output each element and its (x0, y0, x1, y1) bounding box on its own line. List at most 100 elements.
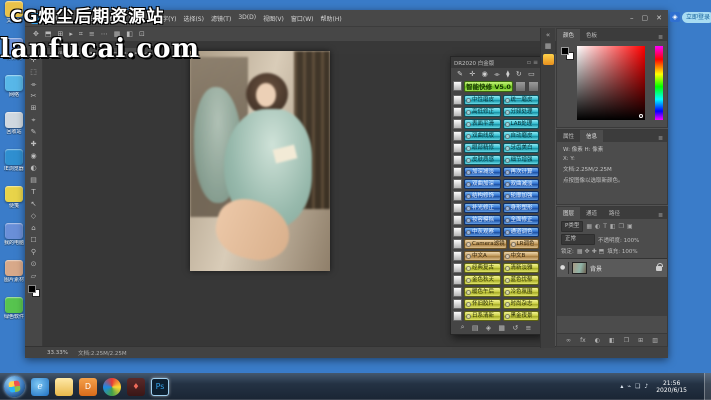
action-button[interactable]: 清新淡雅 (503, 263, 540, 273)
action-chip-icon[interactable] (453, 95, 462, 105)
option-icon[interactable]: ▦ (114, 30, 121, 39)
foreground-color-swatch[interactable] (28, 285, 36, 293)
panel-tool-icon[interactable]: ▭ (528, 70, 535, 78)
action-panel-titlebar[interactable]: DR2020 白金版 ▫ ≡ (451, 57, 541, 68)
color-fg-bg-swatch[interactable] (561, 47, 574, 60)
tab-channels[interactable]: 通道 (580, 207, 603, 219)
filter-icon[interactable]: ▦ (586, 223, 592, 230)
panel-tool-icon[interactable]: ↻ (516, 70, 522, 78)
action-button[interactable]: 加深减淡 (464, 167, 501, 177)
visibility-eye-icon[interactable]: ● (560, 262, 569, 274)
action-button[interactable]: 金色秋天 (464, 275, 501, 285)
taskbar-office-icon[interactable]: D (79, 378, 97, 396)
layers-footer-icon[interactable]: ▥ (652, 337, 658, 344)
opacity-field[interactable]: 不透明度: 100% (598, 236, 639, 244)
lock-icon[interactable]: ⬒ (599, 248, 605, 255)
tool-icon[interactable]: ✛ (27, 54, 41, 66)
layers-footer-icon[interactable]: fx (580, 337, 586, 344)
action-chip-icon[interactable] (453, 119, 462, 129)
action-button[interactable]: LAB处理 (503, 119, 540, 129)
action-button[interactable]: 经典复古 (464, 263, 501, 273)
action-chip-icon[interactable] (453, 131, 462, 141)
option-icon[interactable]: ≡ (89, 30, 95, 39)
action-chip-icon[interactable] (453, 179, 462, 189)
action-button[interactable]: 冷色氛围 (503, 287, 540, 297)
action-button[interactable]: 双曲减淡 (503, 179, 540, 189)
layers-footer-icon[interactable]: ◐ (595, 337, 600, 344)
panel-menu-icon[interactable]: ≡ (533, 59, 538, 66)
widget-label[interactable]: 立即登录 (682, 12, 711, 23)
footer-icon[interactable]: ≡ (525, 324, 531, 332)
action-chip-icon[interactable] (453, 251, 462, 261)
color-picker-marker[interactable] (639, 114, 643, 118)
action-chip-icon[interactable] (453, 227, 462, 237)
menu-item[interactable]: 编辑(E) (76, 14, 96, 23)
tool-icon[interactable]: ☐ (27, 234, 41, 246)
tray-icon[interactable]: ▴ (620, 383, 623, 390)
action-button[interactable]: 全面修正 (503, 215, 540, 225)
action-chip-icon[interactable] (453, 239, 462, 249)
tool-icon[interactable]: ◉ (27, 150, 41, 162)
action-button[interactable]: 双曲加深 (464, 179, 501, 189)
action-chip-icon[interactable] (453, 143, 462, 153)
taskbar-ie-icon[interactable]: e (31, 378, 49, 396)
tool-icon[interactable]: ↖ (27, 198, 41, 210)
tray-icon[interactable]: ♪ (644, 383, 648, 390)
action-chip-icon[interactable] (453, 191, 462, 201)
panel-menu-icon[interactable]: ≣ (654, 212, 667, 219)
option-icon[interactable]: ⬒ (45, 30, 52, 39)
desktop-icon[interactable]: 网络 (1, 75, 27, 109)
action-button[interactable]: 妆容模拟 (464, 215, 501, 225)
saturation-brightness-field[interactable] (577, 46, 645, 120)
desktop-icon[interactable]: 回收站 (1, 112, 27, 146)
layers-footer-icon[interactable]: ❐ (624, 337, 629, 344)
action-chip-icon[interactable] (453, 263, 462, 273)
tool-icon[interactable]: ✚ (27, 138, 41, 150)
action-button[interactable]: 眼部精修 (464, 143, 501, 153)
option-icon[interactable]: ⋯ (101, 30, 108, 39)
footer-icon[interactable]: ↺ (512, 324, 518, 332)
action-button[interactable]: 分频处理 (503, 107, 540, 117)
maximize-button[interactable]: ▢ (642, 14, 649, 22)
desktop-icon[interactable]: 图片素材 (1, 260, 27, 294)
panel-tool-icon[interactable]: ✎ (457, 70, 463, 78)
photo-document[interactable] (190, 51, 330, 271)
filter-icon[interactable]: T (603, 223, 607, 230)
option-icon[interactable]: ⊞ (58, 30, 64, 39)
layers-footer-icon[interactable]: ⊞ (638, 337, 643, 344)
action-button[interactable]: 表面平滑 (464, 119, 501, 129)
action-button[interactable]: 中性磨皮 (464, 95, 501, 105)
tool-icon[interactable]: ▱ (27, 270, 41, 282)
action-chip-icon[interactable] (453, 299, 462, 309)
action-button[interactable]: 自动磨皮 (503, 131, 540, 141)
action-chip-icon[interactable] (453, 215, 462, 225)
extension-panel-icon[interactable] (543, 54, 554, 65)
minimize-button[interactable]: – (630, 14, 634, 22)
tool-icon[interactable]: ⊞ (27, 102, 41, 114)
action-button[interactable]: 皮肤质感 (464, 155, 501, 165)
action-chip-icon[interactable] (453, 311, 462, 321)
foreground-swatch[interactable] (561, 47, 569, 55)
action-button[interactable]: 怀旧胶片 (464, 299, 501, 309)
action-chip-icon[interactable] (453, 107, 462, 117)
lock-icon[interactable]: ▦ (577, 248, 583, 255)
filter-kind-select[interactable]: P类型 (561, 221, 583, 232)
collapse-panels-icon[interactable]: « (543, 31, 554, 39)
zoom-level[interactable]: 33.33% (47, 350, 68, 356)
action-chip-icon[interactable] (453, 203, 462, 213)
action-button[interactable]: 日系清新 (464, 311, 501, 321)
menu-item[interactable]: 文件(F) (49, 14, 69, 23)
taskbar-clock[interactable]: 21:56 2020/6/15 (652, 380, 687, 394)
menu-item[interactable]: 图层(L) (129, 14, 149, 23)
hue-slider[interactable] (655, 46, 663, 120)
action-button[interactable]: 细节增强 (503, 155, 540, 165)
panel-tool-icon[interactable]: ◉ (482, 70, 488, 78)
tool-icon[interactable]: ⌂ (27, 222, 41, 234)
panel-tool-icon[interactable]: ✛ (469, 70, 475, 78)
foreground-background-swatch[interactable] (28, 285, 40, 297)
layer-name[interactable]: 背景 (590, 264, 653, 273)
layer-row-background[interactable]: ● 背景 (557, 259, 667, 277)
footer-icon[interactable]: ▦ (498, 324, 505, 332)
menu-item[interactable]: 帮助(H) (321, 14, 342, 23)
menu-item[interactable]: 3D(D) (238, 14, 256, 23)
